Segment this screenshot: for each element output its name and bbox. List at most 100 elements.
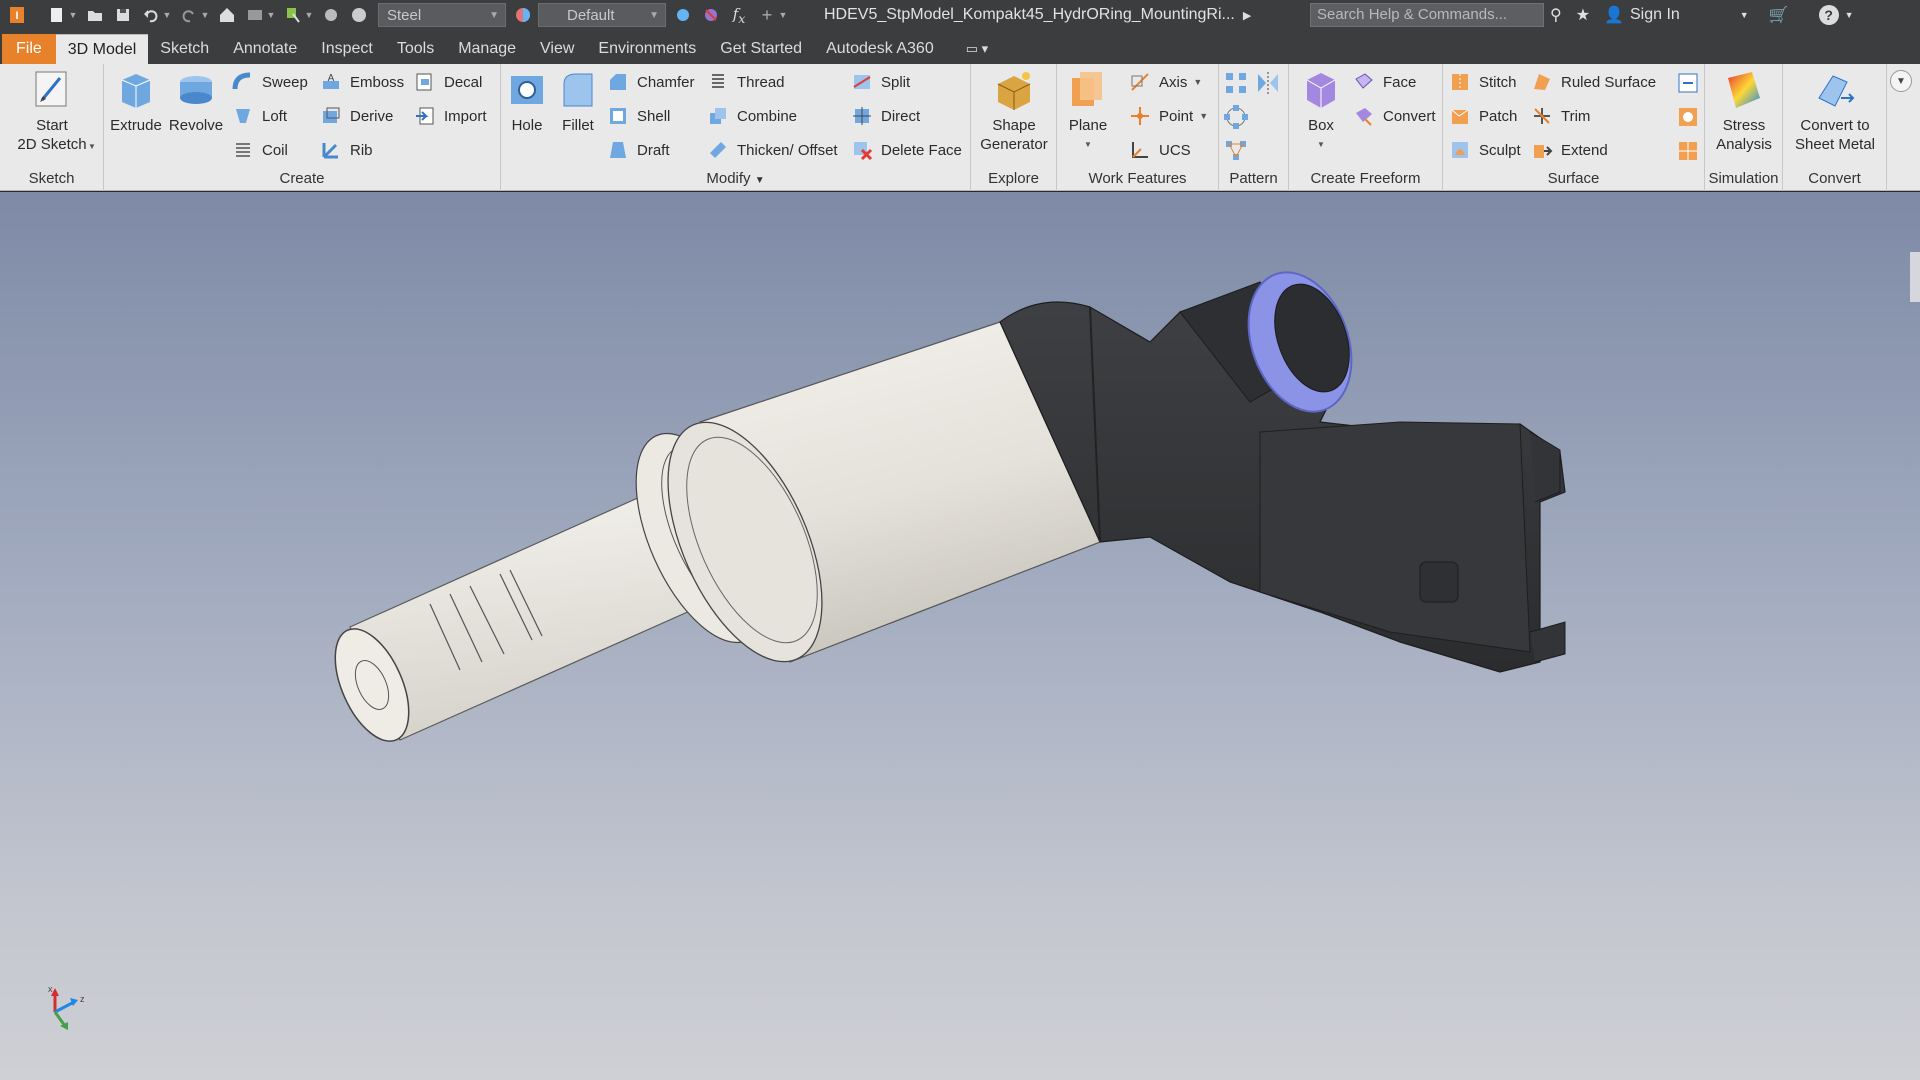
view-triad-icon[interactable]: x z [40,982,100,1042]
sign-in-link[interactable]: Sign In [1630,6,1680,24]
ribbon-minimize-icon[interactable]: ▼ [1890,70,1912,92]
thicken-offset-button[interactable]: Thicken/ Offset [707,136,838,164]
convert-freeform-button[interactable]: Convert [1353,102,1436,130]
globe-icon[interactable] [348,4,370,26]
cart-icon[interactable]: 🛒 [1769,5,1789,25]
undo-dropdown-icon[interactable]: ▼ [162,5,172,25]
sketch-driven-pattern-icon[interactable] [1223,138,1249,164]
derive-button[interactable]: Derive [320,102,393,130]
ucs-button[interactable]: UCS [1129,136,1191,164]
connector-latch[interactable] [1419,561,1459,603]
decal-button[interactable]: Decal [414,68,482,96]
thread-button[interactable]: Thread [707,68,785,96]
update-dropdown-icon[interactable]: ▼ [266,5,276,25]
delete-face-button[interactable]: Delete Face [851,136,962,164]
sketch-dropdown-icon[interactable]: ▼ [88,142,96,151]
play-arrow-icon[interactable]: ▶ [1243,9,1251,22]
home-icon[interactable] [216,4,238,26]
undo-icon[interactable] [140,4,162,26]
tab-inspect[interactable]: Inspect [309,34,385,64]
material-dropdown[interactable]: Steel ▼ [378,3,506,27]
injector-3d-model[interactable] [0,192,1920,1080]
plane-dropdown-icon[interactable]: ▼ [1084,135,1092,154]
tab-autodesk-a360[interactable]: Autodesk A360 [814,34,946,64]
shape-generator-button[interactable]: Shape Generator [975,68,1053,154]
panel-title-modify[interactable]: Modify ▼ [501,169,970,189]
star-icon[interactable]: ★ [1576,5,1590,25]
split-button[interactable]: Split [851,68,910,96]
start-2d-sketch-button[interactable]: Start 2D Sketch [8,68,96,154]
stress-analysis-button[interactable]: Stress Analysis [1709,68,1779,154]
account-dropdown-icon[interactable]: ▼ [1740,10,1749,20]
tab-view[interactable]: View [528,34,586,64]
user-icon[interactable]: 👤 [1604,5,1624,25]
repair-bodies-icon[interactable] [1675,104,1701,130]
point-button[interactable]: Point ▼ [1129,102,1208,130]
rib-button[interactable]: Rib [320,136,373,164]
emboss-button[interactable]: A Emboss [320,68,404,96]
sculpt-button[interactable]: Sculpt [1449,136,1521,164]
loft-button[interactable]: Loft [232,102,287,130]
select-dropdown-icon[interactable]: ▼ [304,5,314,25]
tab-3d-model[interactable]: 3D Model [55,34,149,64]
redo-icon[interactable] [178,4,200,26]
plus-icon[interactable]: + [756,4,778,26]
select-icon[interactable] [282,4,304,26]
direct-button[interactable]: Direct [851,102,920,130]
new-dropdown-icon[interactable]: ▼ [68,5,78,25]
redo-dropdown-icon[interactable]: ▼ [200,5,210,25]
tab-annotate[interactable]: Annotate [221,34,309,64]
tab-file[interactable]: File [2,34,56,64]
measure-icon[interactable] [320,4,342,26]
mirror-icon[interactable] [1255,70,1281,96]
binoculars-icon[interactable]: ⚲ [1550,5,1562,25]
stitch-button[interactable]: Stitch [1449,68,1517,96]
fit-mesh-face-icon[interactable] [1675,138,1701,164]
inventor-logo-icon[interactable]: I [6,4,28,26]
help-dropdown-icon[interactable]: ▼ [1845,10,1854,20]
appearance-dropdown[interactable]: Default ▼ [538,3,666,27]
point-dropdown-icon[interactable]: ▼ [1199,111,1208,121]
trim-button[interactable]: Trim [1531,102,1590,130]
revolve-button[interactable]: Revolve [166,68,226,135]
adjust-icon[interactable] [672,4,694,26]
extrude-button[interactable]: Extrude [108,68,164,135]
update-icon[interactable] [244,4,266,26]
plane-button[interactable]: Plane ▼ [1063,68,1113,154]
box-button[interactable]: Box ▼ [1297,68,1345,154]
clear-override-icon[interactable] [700,4,722,26]
tab-manage[interactable]: Manage [446,34,528,64]
patch-button[interactable]: Patch [1449,102,1517,130]
customize-dropdown-icon[interactable]: ▼ [778,5,788,25]
open-icon[interactable] [84,4,106,26]
tab-tools[interactable]: Tools [385,34,446,64]
coil-button[interactable]: Coil [232,136,288,164]
rectangular-pattern-icon[interactable] [1223,70,1249,96]
axis-button[interactable]: Axis ▼ [1129,68,1202,96]
ribbon-options-icon[interactable]: ▭ ▾ [946,34,988,64]
fillet-button[interactable]: Fillet [553,68,603,135]
connector-plug[interactable] [1259,421,1531,653]
box-dropdown-icon[interactable]: ▼ [1317,135,1325,154]
ruled-surface-button[interactable]: Ruled Surface [1531,68,1656,96]
convert-to-sheet-metal-button[interactable]: Convert to Sheet Metal [1787,68,1883,154]
replace-face-icon[interactable] [1675,70,1701,96]
tab-get-started[interactable]: Get Started [708,34,814,64]
tab-sketch[interactable]: Sketch [148,34,221,64]
sweep-button[interactable]: Sweep [232,68,308,96]
search-input[interactable]: Search Help & Commands... [1310,3,1544,27]
axis-dropdown-icon[interactable]: ▼ [1193,77,1202,87]
save-icon[interactable] [112,4,134,26]
graphics-viewport[interactable]: x z [0,192,1920,1080]
draft-button[interactable]: Draft [607,136,670,164]
shell-button[interactable]: Shell [607,102,670,130]
chamfer-button[interactable]: Chamfer [607,68,695,96]
extend-button[interactable]: Extend [1531,136,1608,164]
import-button[interactable]: Import [414,102,487,130]
new-icon[interactable] [46,4,68,26]
circular-pattern-icon[interactable] [1223,104,1249,130]
tab-environments[interactable]: Environments [586,34,708,64]
view-cube-edge[interactable] [1910,252,1920,302]
combine-button[interactable]: Combine [707,102,797,130]
face-button[interactable]: Face [1353,68,1416,96]
